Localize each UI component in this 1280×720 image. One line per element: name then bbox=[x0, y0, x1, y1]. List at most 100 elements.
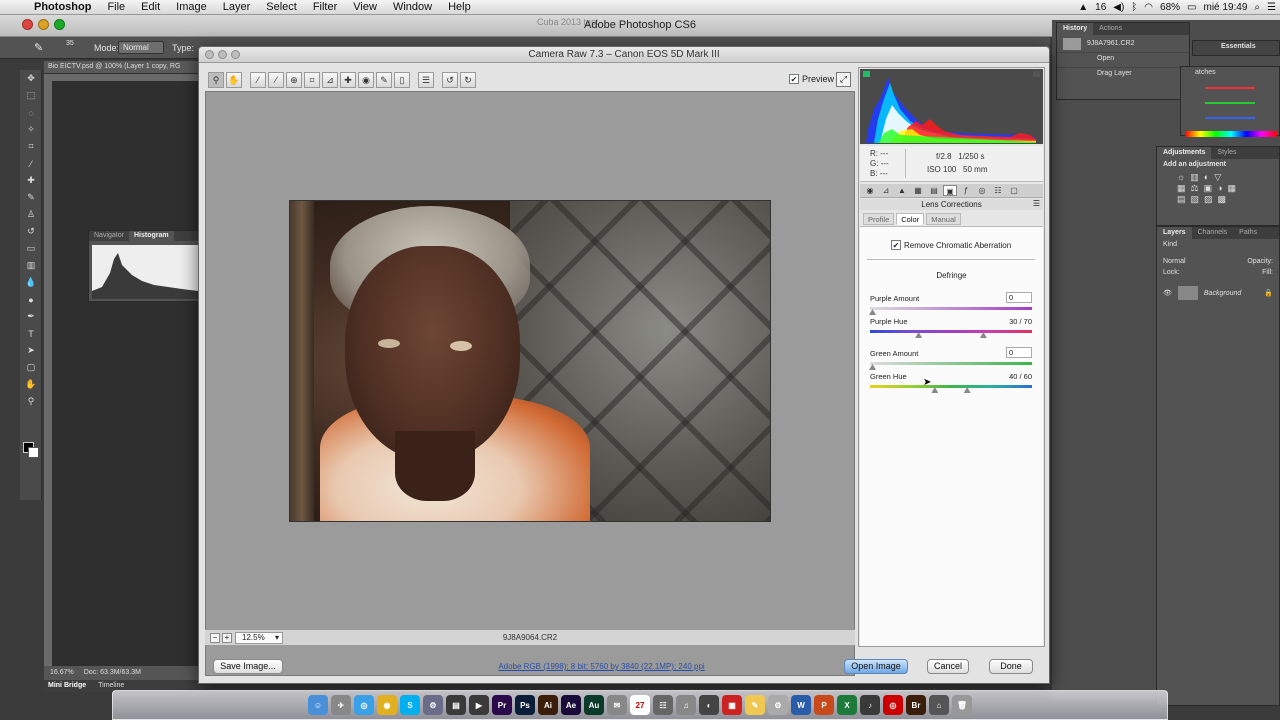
tab-navigator[interactable]: Navigator bbox=[89, 231, 129, 241]
done-button[interactable]: Done bbox=[989, 659, 1033, 674]
app-icon[interactable]: ◎ bbox=[883, 695, 903, 715]
menu-layer[interactable]: Layer bbox=[215, 1, 259, 13]
menu-select[interactable]: Select bbox=[258, 1, 305, 13]
dodge-tool-icon[interactable]: ● bbox=[20, 291, 42, 308]
tone-curve-panel-icon[interactable]: ⊿ bbox=[879, 185, 893, 196]
menu-help[interactable]: Help bbox=[440, 1, 479, 13]
remove-ca-toggle[interactable]: ✔ Remove Chromatic Aberration bbox=[891, 240, 1011, 250]
tab-layers[interactable]: Layers bbox=[1157, 227, 1192, 239]
history-brush-tool-icon[interactable]: ↺ bbox=[20, 223, 42, 240]
spot-removal-tool-icon[interactable]: ✚ bbox=[340, 72, 356, 88]
app-icon[interactable]: ⚙ bbox=[768, 695, 788, 715]
after-effects-icon[interactable]: Ae bbox=[561, 695, 581, 715]
camera-calibration-panel-icon[interactable]: ◎ bbox=[975, 185, 989, 196]
snapshots-panel-icon[interactable]: ▢ bbox=[1007, 185, 1021, 196]
pen-tool-icon[interactable]: ✒ bbox=[20, 308, 42, 325]
adobe-icon[interactable]: ▲ bbox=[1078, 2, 1088, 13]
tab-color[interactable]: Color bbox=[896, 213, 925, 225]
remove-ca-checkbox[interactable]: ✔ bbox=[891, 240, 901, 250]
app-icon[interactable]: ⚙ bbox=[423, 695, 443, 715]
lens-corrections-panel-icon[interactable]: ▣ bbox=[943, 185, 957, 196]
blue-slider[interactable] bbox=[1205, 117, 1255, 119]
bridge-icon[interactable]: Br bbox=[906, 695, 926, 715]
hand-tool-icon[interactable]: ✋ bbox=[226, 72, 242, 88]
eyedropper-tool-icon[interactable]: ⁄ bbox=[20, 155, 42, 172]
brush-tool-icon[interactable]: ✎ bbox=[34, 41, 43, 54]
crop-tool-icon[interactable]: ⌗ bbox=[20, 138, 42, 155]
fullscreen-icon[interactable]: ⤢ bbox=[836, 72, 851, 87]
workspace-switcher[interactable]: Essentials bbox=[1192, 40, 1280, 56]
app-icon[interactable]: ✉ bbox=[607, 695, 627, 715]
notes-icon[interactable]: ✎ bbox=[745, 695, 765, 715]
adjustment-icons[interactable]: ☼▥◐▽ ▦⚖▣◑▦ ▤▧▨▩ bbox=[1157, 170, 1279, 207]
tab-history[interactable]: History bbox=[1057, 23, 1094, 35]
layer-name[interactable]: Background bbox=[1204, 290, 1241, 297]
preferences-icon[interactable]: ☰ bbox=[418, 72, 434, 88]
app-icon[interactable]: ◐ bbox=[699, 695, 719, 715]
tab-timeline[interactable]: Timeline bbox=[98, 682, 124, 690]
eraser-tool-icon[interactable]: ▭ bbox=[20, 240, 42, 257]
quick-select-tool-icon[interactable]: ✧ bbox=[20, 121, 42, 138]
app-icon[interactable]: ▦ bbox=[722, 695, 742, 715]
targeted-adjustment-tool-icon[interactable]: ⊕ bbox=[286, 72, 302, 88]
word-icon[interactable]: W bbox=[791, 695, 811, 715]
purple-hue-slider[interactable] bbox=[870, 330, 1032, 333]
tab-adjustments[interactable]: Adjustments bbox=[1157, 147, 1212, 159]
tab-styles[interactable]: Styles bbox=[1211, 147, 1242, 159]
healing-tool-icon[interactable]: ✚ bbox=[20, 172, 42, 189]
excel-icon[interactable]: X bbox=[837, 695, 857, 715]
document-canvas[interactable] bbox=[52, 81, 200, 666]
tab-swatches[interactable]: atches bbox=[1181, 67, 1279, 78]
detail-panel-icon[interactable]: ▲ bbox=[895, 185, 909, 196]
skype-icon[interactable]: S bbox=[400, 695, 420, 715]
tab-paths[interactable]: Paths bbox=[1233, 227, 1263, 239]
launchpad-icon[interactable]: ✈ bbox=[331, 695, 351, 715]
illustrator-icon[interactable]: Ai bbox=[538, 695, 558, 715]
rotate-right-icon[interactable]: ↻ bbox=[460, 72, 476, 88]
red-eye-tool-icon[interactable]: ◉ bbox=[358, 72, 374, 88]
gradient-tool-icon[interactable]: ▥ bbox=[20, 257, 42, 274]
green-amount-slider[interactable] bbox=[870, 362, 1032, 365]
marquee-tool-icon[interactable]: ⬚ bbox=[20, 87, 42, 104]
brush-tool-icon[interactable]: ✎ bbox=[20, 189, 42, 206]
chrome-icon[interactable]: ◉ bbox=[377, 695, 397, 715]
brush-size[interactable]: 35 bbox=[66, 40, 74, 47]
tab-actions[interactable]: Actions bbox=[1093, 23, 1128, 35]
cancel-button[interactable]: Cancel bbox=[927, 659, 969, 674]
blur-tool-icon[interactable]: 💧 bbox=[20, 274, 42, 291]
green-slider[interactable] bbox=[1205, 102, 1255, 104]
green-hue-slider[interactable] bbox=[870, 385, 1032, 388]
app-icon[interactable]: ☷ bbox=[653, 695, 673, 715]
list-icon[interactable]: ☰ bbox=[1267, 2, 1276, 13]
history-item[interactable]: Open bbox=[1057, 53, 1189, 68]
layer-kind-filter[interactable]: Kind bbox=[1157, 239, 1279, 250]
premiere-icon[interactable]: Pr bbox=[492, 695, 512, 715]
bluetooth-icon[interactable]: ᛒ bbox=[1131, 2, 1137, 13]
photoshop-icon[interactable]: Ps bbox=[515, 695, 535, 715]
tab-histogram[interactable]: Histogram bbox=[128, 231, 174, 241]
menu-edit[interactable]: Edit bbox=[133, 1, 168, 13]
app-icon[interactable]: ▤ bbox=[446, 695, 466, 715]
tab-profile[interactable]: Profile bbox=[863, 213, 895, 225]
purple-amount-input[interactable]: 0 bbox=[1006, 292, 1032, 303]
purple-amount-slider[interactable] bbox=[870, 307, 1032, 310]
green-hue-value[interactable]: 40 / 60 bbox=[1009, 372, 1032, 381]
shape-tool-icon[interactable]: ▢ bbox=[20, 359, 42, 376]
path-select-tool-icon[interactable]: ➤ bbox=[20, 342, 42, 359]
color-sampler-tool-icon[interactable]: ⁄ bbox=[268, 72, 284, 88]
app-icon[interactable]: ♫ bbox=[676, 695, 696, 715]
datetime[interactable]: mié 19:49 bbox=[1204, 2, 1248, 13]
preview-checkbox[interactable]: ✔ bbox=[789, 74, 799, 84]
blend-mode-select[interactable]: Normal bbox=[1163, 258, 1186, 265]
split-toning-panel-icon[interactable]: ▤ bbox=[927, 185, 941, 196]
graduated-filter-icon[interactable]: ▯ bbox=[394, 72, 410, 88]
calendar-icon[interactable]: 27 bbox=[630, 695, 650, 715]
tab-channels[interactable]: Channels bbox=[1192, 227, 1234, 239]
red-slider[interactable] bbox=[1205, 87, 1255, 89]
lasso-tool-icon[interactable]: ◌ bbox=[20, 104, 42, 121]
type-tool-icon[interactable]: T bbox=[20, 325, 42, 342]
document-tab[interactable]: Bio EICTV.psd @ 100% (Layer 1 copy, RG bbox=[44, 61, 204, 74]
doc-zoom-level[interactable]: 16.67% bbox=[50, 669, 74, 677]
menu-window[interactable]: Window bbox=[385, 1, 440, 13]
menu-app-name[interactable]: Photoshop bbox=[26, 1, 99, 13]
